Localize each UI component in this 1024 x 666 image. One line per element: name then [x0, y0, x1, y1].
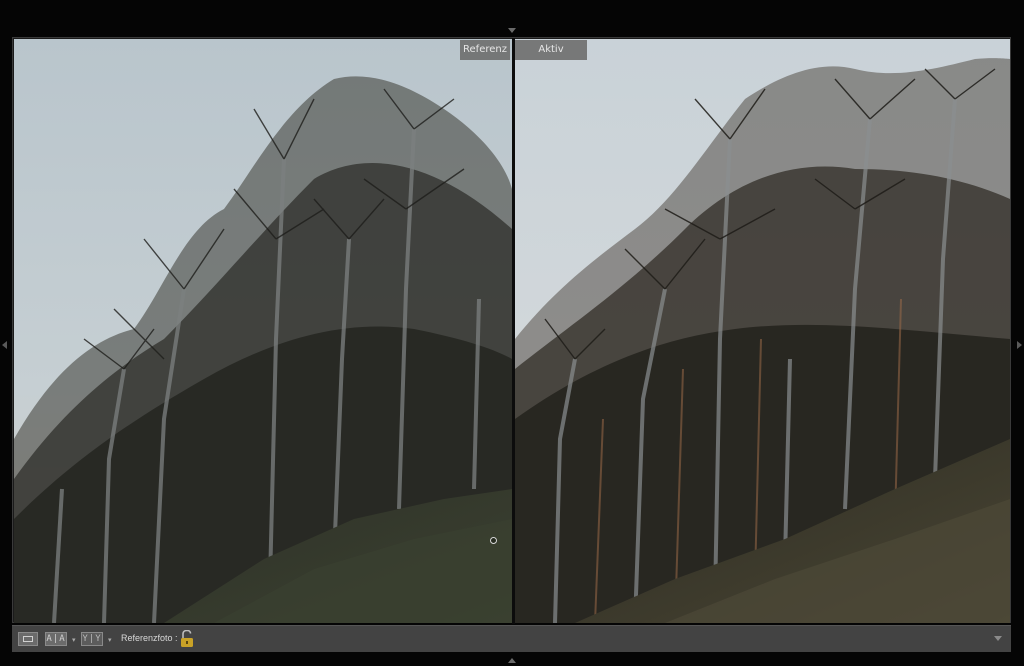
reference-photo-label: Referenzfoto :	[121, 633, 178, 643]
single-view-icon	[23, 636, 33, 642]
compare-window: Referenz Aktiv A|A ▾ Y|Y ▾ Referenzfoto …	[0, 0, 1024, 666]
before-after-menu-caret-icon[interactable]: ▾	[72, 636, 76, 644]
reference-compare-view: Referenz Aktiv	[12, 37, 1011, 624]
reference-photo[interactable]	[14, 39, 512, 623]
right-panel-toggle-icon[interactable]	[1017, 341, 1022, 349]
unlocked-padlock-icon[interactable]	[180, 630, 194, 648]
reference-pane-label: Referenz	[460, 40, 510, 60]
left-panel-toggle-icon[interactable]	[2, 341, 7, 349]
reference-photo-image	[14, 39, 512, 623]
before-after-button[interactable]: A|A	[45, 632, 67, 646]
bottom-toolbar: A|A ▾ Y|Y ▾ Referenzfoto :	[12, 625, 1011, 652]
active-pane-label: Aktiv	[515, 40, 587, 60]
loupe-view-button[interactable]	[18, 632, 38, 646]
swap-menu-caret-icon[interactable]: ▾	[108, 636, 112, 644]
active-photo[interactable]	[515, 39, 1010, 623]
top-panel-toggle-icon[interactable]	[508, 28, 516, 33]
swap-view-button[interactable]: Y|Y	[81, 632, 103, 646]
bottom-panel-toggle-icon[interactable]	[508, 658, 516, 663]
toolbar-options-icon[interactable]	[994, 636, 1002, 641]
focus-point-icon	[490, 537, 497, 544]
active-photo-image	[515, 39, 1010, 623]
